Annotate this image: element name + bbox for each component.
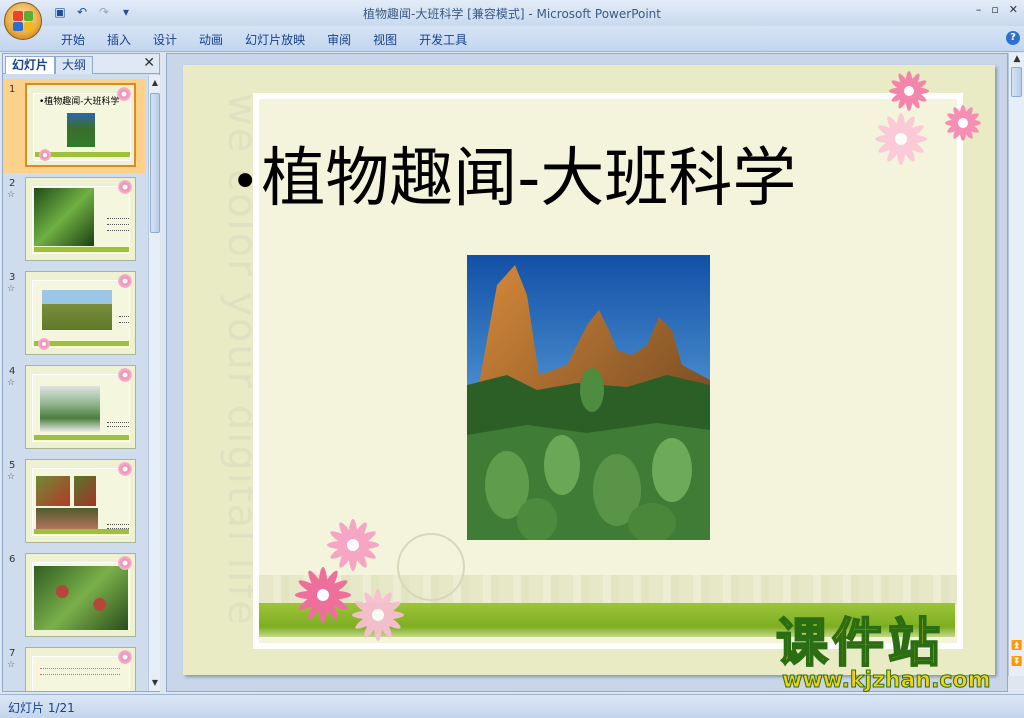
editor-scrollbar[interactable]: ▲ ⏫ ⏬ xyxy=(1008,53,1024,676)
tab-design[interactable]: 设计 xyxy=(142,31,188,48)
slide-editor: we color your digital life •植物趣闻-大班科学 xyxy=(166,53,1008,692)
customize-icon[interactable]: ▾ xyxy=(118,4,134,20)
slide-title[interactable]: •植物趣闻-大班科学 xyxy=(231,147,796,211)
thumbnail-preview xyxy=(25,553,136,637)
thumbnail-preview: •植物趣闻-大班科学 xyxy=(25,83,136,167)
slide-thumbnail[interactable]: 5 ☆ xyxy=(3,455,145,549)
panel-scrollbar[interactable]: ▲ ▼ xyxy=(148,75,160,691)
thumbnail-preview xyxy=(25,365,136,449)
thumbnail-list: 1 •植物趣闻-大班科学 2 ☆ 3 ☆ 4 ☆ 5 ☆ 6 7 ☆ xyxy=(3,75,145,691)
bullet: • xyxy=(231,154,260,211)
office-logo-icon xyxy=(13,11,33,31)
watermark-url: www.kjzhan.com xyxy=(782,668,992,694)
close-icon[interactable]: ✕ xyxy=(143,55,155,71)
slide-thumbnail[interactable]: 2 ☆ xyxy=(3,173,145,267)
pink-flowers-top xyxy=(875,71,981,165)
tab-outline[interactable]: 大纲 xyxy=(55,56,94,74)
slide-thumbnail[interactable]: 3 ☆ xyxy=(3,267,145,361)
tab-developer[interactable]: 开发工具 xyxy=(408,31,478,48)
slide-number: 7 xyxy=(9,648,16,659)
current-slide[interactable]: we color your digital life •植物趣闻-大班科学 xyxy=(183,65,995,675)
scroll-up-icon[interactable]: ▲ xyxy=(1011,54,1023,64)
slide-number: 5 xyxy=(9,460,16,471)
tab-home[interactable]: 开始 xyxy=(50,31,96,48)
slide-thumbnail[interactable]: 7 ☆ xyxy=(3,643,145,691)
scroll-down-icon[interactable]: ▼ xyxy=(149,677,161,689)
office-button[interactable] xyxy=(4,2,42,40)
thumbnail-preview xyxy=(25,271,136,355)
thumbnail-preview xyxy=(25,177,136,261)
slide-number: 6 xyxy=(9,554,16,565)
ribbon-tabs: 开始 插入 设计 动画 幻灯片放映 审阅 视图 开发工具 ? xyxy=(0,26,1024,52)
thumbnail-preview xyxy=(25,647,136,691)
scroll-up-icon[interactable]: ▲ xyxy=(149,77,161,89)
status-bar: 幻灯片 1/21 xyxy=(0,694,1024,718)
undo-icon[interactable]: ↶ xyxy=(74,4,90,20)
thumbnail-title: •植物趣闻-大班科学 xyxy=(39,97,120,107)
thumbnail-preview xyxy=(25,459,136,543)
slide-number: 4 xyxy=(9,366,16,377)
window-controls: – ▫ ✕ xyxy=(976,3,1018,16)
slide-thumbnail[interactable]: 6 xyxy=(3,549,145,643)
slides-panel: 幻灯片 大纲 ✕ 1 •植物趣闻-大班科学 2 ☆ 3 ☆ 4 ☆ 5 ☆ 6 … xyxy=(2,53,160,692)
maximize-button[interactable]: ▫ xyxy=(991,3,998,16)
tab-view[interactable]: 视图 xyxy=(362,31,408,48)
previous-slide-icon[interactable]: ⏫ xyxy=(1011,641,1023,651)
slide-number: 1 xyxy=(9,84,16,95)
site-watermark: 课件站 www.kjzhan.com xyxy=(775,614,1008,696)
quick-access-toolbar: ▣ ↶ ↷ ▾ xyxy=(52,4,134,20)
tab-insert[interactable]: 插入 xyxy=(96,31,142,48)
scroll-thumb[interactable] xyxy=(150,93,160,233)
animation-star-icon: ☆ xyxy=(7,378,16,388)
save-icon[interactable]: ▣ xyxy=(52,4,68,20)
tab-animation[interactable]: 动画 xyxy=(188,31,234,48)
close-button[interactable]: ✕ xyxy=(1009,3,1018,16)
slide-title-text: 植物趣闻-大班科学 xyxy=(261,142,797,216)
animation-star-icon: ☆ xyxy=(7,660,16,670)
slide-number: 3 xyxy=(9,272,16,283)
pink-flowers-bottom xyxy=(295,519,404,641)
tab-slides[interactable]: 幻灯片 xyxy=(5,56,56,74)
title-bar: 植物趣闻-大班科学 [兼容模式] - Microsoft PowerPoint … xyxy=(0,0,1024,26)
slide-counter: 幻灯片 1/21 xyxy=(8,701,75,715)
minimize-button[interactable]: – xyxy=(976,3,982,16)
help-icon[interactable]: ? xyxy=(1006,31,1020,45)
window-title: 植物趣闻-大班科学 [兼容模式] - Microsoft PowerPoint xyxy=(363,7,661,21)
animation-star-icon: ☆ xyxy=(7,190,16,200)
animation-star-icon: ☆ xyxy=(7,284,16,294)
slide-number: 2 xyxy=(9,178,16,189)
slide-thumbnail[interactable]: 1 •植物趣闻-大班科学 xyxy=(3,79,145,173)
panel-tabs: 幻灯片 大纲 ✕ xyxy=(3,54,159,74)
tab-review[interactable]: 审阅 xyxy=(316,31,362,48)
tab-slideshow[interactable]: 幻灯片放映 xyxy=(234,31,316,48)
slide-thumbnail[interactable]: 4 ☆ xyxy=(3,361,145,455)
cactus-photo[interactable] xyxy=(467,255,710,540)
redo-icon[interactable]: ↷ xyxy=(96,4,112,20)
scroll-thumb[interactable] xyxy=(1011,67,1022,97)
animation-star-icon: ☆ xyxy=(7,472,16,482)
watermark-title: 课件站 xyxy=(775,614,945,674)
next-slide-icon[interactable]: ⏬ xyxy=(1011,657,1023,667)
